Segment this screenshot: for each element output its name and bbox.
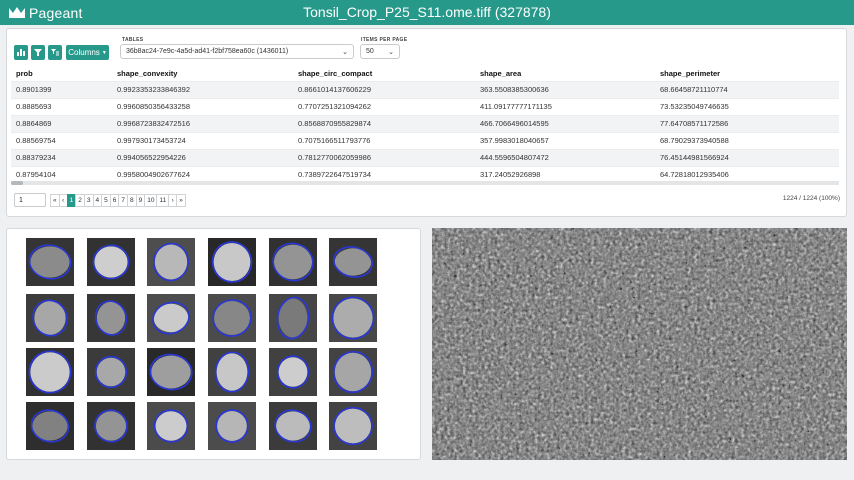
scrollbar-thumb[interactable] <box>11 181 23 185</box>
cell-thumbnail-gallery <box>6 228 421 460</box>
cell-thumbnail[interactable] <box>26 402 74 450</box>
cell-thumbnail[interactable] <box>269 238 317 286</box>
cell-thumbnail[interactable] <box>87 238 135 286</box>
cell-thumbnail[interactable] <box>87 294 135 342</box>
table-row[interactable]: 0.8864869 0.9968723832472516 0.85688709558… <box>11 115 839 133</box>
table-cell: 363.5508385300636 <box>475 81 655 99</box>
table-body: 0.8901399 0.9923353233846392 0.86610141376… <box>11 81 839 179</box>
table-cell: 0.87954104 <box>11 166 112 179</box>
cell-thumbnail[interactable] <box>269 348 317 396</box>
tables-label: TABLES <box>122 37 144 43</box>
page-button[interactable]: 10 <box>144 194 158 207</box>
filter-button[interactable] <box>31 45 45 60</box>
table-cell: 0.8661014137606229 <box>293 81 475 99</box>
page-title: Tonsil_Crop_P25_S11.ome.tiff (327878) <box>303 4 551 20</box>
cell-thumbnail[interactable] <box>147 294 195 342</box>
table-row[interactable]: 0.8901399 0.9923353233846392 0.86610141376… <box>11 81 839 99</box>
column-header-shape-convexity[interactable]: shape_convexity <box>112 66 293 82</box>
cell-thumbnail[interactable] <box>87 348 135 396</box>
column-header-prob[interactable]: prob <box>11 66 112 82</box>
table-cell: 0.8568870955829874 <box>293 115 475 133</box>
column-header-shape-circ-compact[interactable]: shape_circ_compact <box>293 66 475 82</box>
chevron-down-icon: ⌄ <box>342 49 348 56</box>
table-cell: 68.66458721110774 <box>655 81 839 99</box>
chevron-down-icon: ⌄ <box>388 49 394 56</box>
table-cell: 466.7066496014595 <box>475 115 655 133</box>
table-row[interactable]: 0.88569754 0.997930173453724 0.70751665117… <box>11 132 839 150</box>
cell-thumbnail[interactable] <box>208 348 256 396</box>
items-per-page-label: ITEMS PER PAGE <box>361 37 408 43</box>
table-cell: 0.8901399 <box>11 81 112 99</box>
table-cell: 0.9960850356433258 <box>112 98 293 116</box>
page-number-input[interactable]: 1 <box>14 193 46 207</box>
cell-thumbnail[interactable] <box>269 402 317 450</box>
cell-thumbnail[interactable] <box>329 238 377 286</box>
columns-button-label: Columns <box>68 48 100 57</box>
table-cell: 0.7707251321094262 <box>293 98 475 116</box>
columns-button[interactable]: Columns ▼ <box>66 45 109 60</box>
cell-thumbnail[interactable] <box>26 294 74 342</box>
cell-thumbnail[interactable] <box>208 294 256 342</box>
caret-down-icon: ▼ <box>101 49 107 56</box>
table-cell: 0.8864869 <box>11 115 112 133</box>
table-cell: 0.7812770062059986 <box>293 149 475 167</box>
cell-thumbnail[interactable] <box>26 238 74 286</box>
table-row[interactable]: 0.88379234 0.994056522954226 0.78127700620… <box>11 149 839 167</box>
data-table-container[interactable]: prob shape_convexity shape_circ_compact sha… <box>11 66 839 179</box>
table-cell: 0.88379234 <box>11 149 112 167</box>
table-cell: 73.53235049746635 <box>655 98 839 116</box>
table-cell: 444.5596504807472 <box>475 149 655 167</box>
table-cell: 0.8885693 <box>11 98 112 116</box>
items-per-page-select[interactable]: 50 ⌄ <box>360 44 400 59</box>
pagination: «‹ 1 2 3 4 5 6 7 8 9 10 11 ›» <box>50 194 186 207</box>
data-table: prob shape_convexity shape_circ_compact sha… <box>11 66 839 179</box>
cell-thumbnail[interactable] <box>87 402 135 450</box>
cell-thumbnail[interactable] <box>329 348 377 396</box>
tables-select[interactable]: 36b8ac24-7e9c-4a5d-ad41-f2bf758ea60c (14… <box>120 44 354 59</box>
cell-thumbnail[interactable] <box>329 294 377 342</box>
column-header-shape-area[interactable]: shape_area <box>475 66 655 82</box>
sort-filter-button[interactable] <box>48 45 62 60</box>
sort-filter-icon <box>51 49 59 56</box>
table-cell: 0.7389722647519734 <box>293 166 475 179</box>
cell-thumbnail[interactable] <box>208 238 256 286</box>
table-cell: 68.79029373940588 <box>655 132 839 150</box>
table-cell: 357.9983018040657 <box>475 132 655 150</box>
table-cell: 317.24052926898 <box>475 166 655 179</box>
image-viewer[interactable] <box>432 228 847 460</box>
cell-thumbnail[interactable] <box>147 402 195 450</box>
table-cell: 0.9958004902677624 <box>112 166 293 179</box>
chart-button[interactable] <box>14 45 28 60</box>
table-header-row: prob shape_convexity shape_circ_compact sha… <box>11 66 839 82</box>
table-cell: 64.72818012935406 <box>655 166 839 179</box>
table-cell: 77.64708571172586 <box>655 115 839 133</box>
table-row[interactable]: 0.8885693 0.9960850356433258 0.77072513210… <box>11 98 839 116</box>
table-cell: 0.9923353233846392 <box>112 81 293 99</box>
cell-thumbnail[interactable] <box>269 294 317 342</box>
bar-chart-icon <box>17 49 25 56</box>
table-cell: 0.7075166511793776 <box>293 132 475 150</box>
horizontal-scrollbar[interactable] <box>11 181 839 185</box>
page-button[interactable]: » <box>176 194 186 207</box>
table-cell: 0.994056522954226 <box>112 149 293 167</box>
table-panel: Columns ▼ TABLES 36b8ac24-7e9c-4a5d-ad41… <box>6 28 847 217</box>
table-cell: 0.997930173453724 <box>112 132 293 150</box>
table-cell: 0.88569754 <box>11 132 112 150</box>
table-cell: 76.45144981566924 <box>655 149 839 167</box>
tissue-image <box>432 228 847 460</box>
cell-thumbnail[interactable] <box>147 238 195 286</box>
app-header: Pageant Tonsil_Crop_P25_S11.ome.tiff (32… <box>0 0 854 25</box>
cell-thumbnail[interactable] <box>329 402 377 450</box>
tables-select-value: 36b8ac24-7e9c-4a5d-ad41-f2bf758ea60c (14… <box>126 48 289 55</box>
row-count: 1224 / 1224 (100%) <box>782 195 840 202</box>
table-cell: 411.09177777171135 <box>475 98 655 116</box>
table-cell: 0.9968723832472516 <box>112 115 293 133</box>
filter-icon <box>34 49 42 56</box>
cell-thumbnail[interactable] <box>208 402 256 450</box>
cell-thumbnail[interactable] <box>26 348 74 396</box>
items-per-page-value: 50 <box>366 48 374 55</box>
table-row[interactable]: 0.87954104 0.9958004902677624 0.7389722647… <box>11 166 839 179</box>
column-header-shape-perimeter[interactable]: shape_perimeter <box>655 66 839 82</box>
cell-thumbnail[interactable] <box>147 348 195 396</box>
